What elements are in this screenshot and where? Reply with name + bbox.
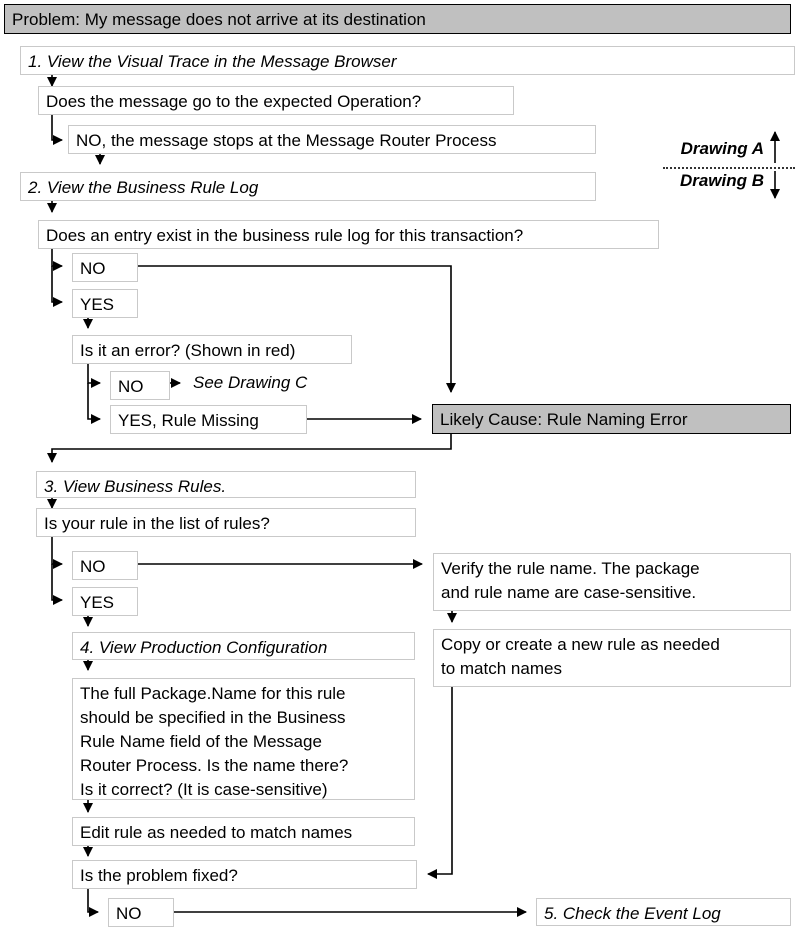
conn-q-rule-to-yes <box>51 564 63 605</box>
conn-q-error-to-yes <box>87 383 101 424</box>
drawing-section-divider <box>663 167 795 169</box>
answer-entry-yes[interactable]: YES <box>72 289 138 318</box>
step-4-view-production-configuration[interactable]: 4. View Production Configuration <box>72 632 415 660</box>
action-verify-rule-name[interactable]: Verify the rule name. The package and ru… <box>433 553 791 611</box>
step-2-view-business-rule-log[interactable]: 2. View the Business Rule Log <box>20 172 596 201</box>
question-expected-operation[interactable]: Does the message go to the expected Oper… <box>38 86 514 115</box>
answer-yes-rule-missing[interactable]: YES, Rule Missing <box>110 405 307 434</box>
action-edit-rule-to-match-names[interactable]: Edit rule as needed to match names <box>72 817 415 846</box>
conn-copy-to-problem-fixed <box>427 686 453 879</box>
action-copy-or-create-rule[interactable]: Copy or create a new rule as needed to m… <box>433 629 791 687</box>
conn-q-entry-to-yes <box>51 266 63 307</box>
drawing-b-label: Drawing B <box>679 171 764 190</box>
answer-entry-no[interactable]: NO <box>72 253 138 282</box>
question-entry-exists-in-log[interactable]: Does an entry exist in the business rule… <box>38 220 659 249</box>
step-3-view-business-rules[interactable]: 3. View Business Rules. <box>36 471 416 498</box>
step-1-view-visual-trace[interactable]: 1. View the Visual Trace in the Message … <box>20 46 795 75</box>
drawing-a-label: Drawing A <box>680 139 764 158</box>
likely-cause-rule-naming-error: Likely Cause: Rule Naming Error <box>432 404 791 434</box>
conn-q-rule-to-no <box>51 537 63 569</box>
answer-rule-yes[interactable]: YES <box>72 587 138 616</box>
problem-banner: Problem: My message does not arrive at i… <box>4 4 791 34</box>
answer-problem-fixed-no[interactable]: NO <box>108 898 174 927</box>
answer-rule-no[interactable]: NO <box>72 551 138 580</box>
answer-no-stops-at-router[interactable]: NO, the message stops at the Message Rou… <box>68 125 596 154</box>
question-problem-fixed[interactable]: Is the problem fixed? <box>72 860 417 889</box>
flowchart-canvas: Problem: My message does not arrive at i… <box>0 0 795 927</box>
detail-package-name-instructions[interactable]: The full Package.Name for this rule shou… <box>72 678 415 800</box>
conn-likely-cause-to-step3 <box>47 434 452 463</box>
answer-error-no[interactable]: NO <box>110 371 170 400</box>
question-is-it-an-error[interactable]: Is it an error? (Shown in red) <box>72 335 352 364</box>
conn-problem-fixed-to-no <box>87 889 99 917</box>
step-5-check-the-event-log[interactable]: 5. Check the Event Log <box>536 898 791 926</box>
conn-q-expected-to-no-router <box>51 115 63 145</box>
see-drawing-c-label[interactable]: See Drawing C <box>193 372 307 394</box>
question-rule-in-list[interactable]: Is your rule in the list of rules? <box>36 508 416 537</box>
